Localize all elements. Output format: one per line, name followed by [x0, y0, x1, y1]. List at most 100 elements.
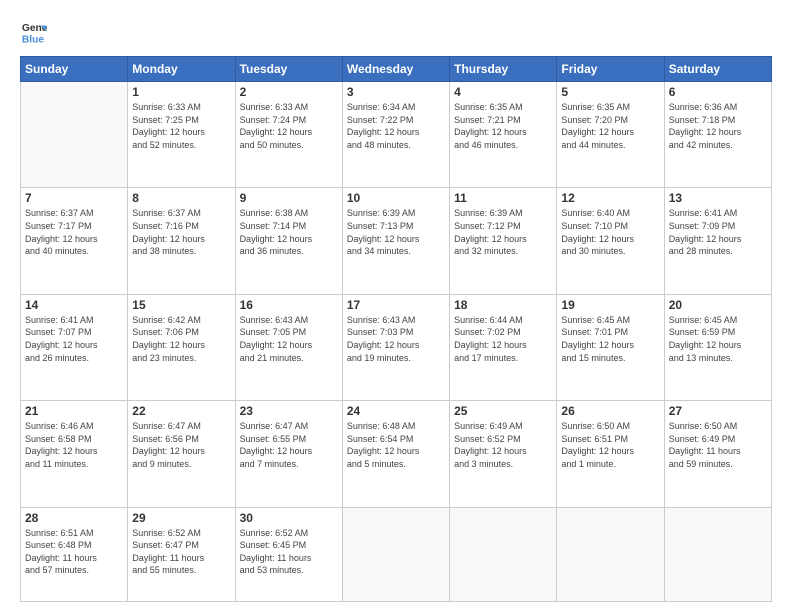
calendar-cell: 23 Sunrise: 6:47 AM Sunset: 6:55 PM Dayli…	[235, 401, 342, 507]
week-row-1: 1 Sunrise: 6:33 AM Sunset: 7:25 PM Daylig…	[21, 82, 772, 188]
calendar-cell: 15 Sunrise: 6:42 AM Sunset: 7:06 PM Dayli…	[128, 294, 235, 400]
day-number: 22	[132, 404, 230, 418]
day-number: 26	[561, 404, 659, 418]
logo-icon: General Blue	[20, 18, 48, 46]
day-info: Sunrise: 6:43 AM Sunset: 7:03 PM Dayligh…	[347, 314, 445, 364]
day-info: Sunrise: 6:38 AM Sunset: 7:14 PM Dayligh…	[240, 207, 338, 257]
calendar-cell: 21 Sunrise: 6:46 AM Sunset: 6:58 PM Dayli…	[21, 401, 128, 507]
header: General Blue	[20, 18, 772, 46]
week-row-5: 28Sunrise: 6:51 AM Sunset: 6:48 PM Dayli…	[21, 507, 772, 601]
day-info: Sunrise: 6:52 AM Sunset: 6:47 PM Dayligh…	[132, 527, 230, 577]
calendar-cell: 25 Sunrise: 6:49 AM Sunset: 6:52 PM Dayli…	[450, 401, 557, 507]
day-info: Sunrise: 6:44 AM Sunset: 7:02 PM Dayligh…	[454, 314, 552, 364]
calendar-cell: 26 Sunrise: 6:50 AM Sunset: 6:51 PM Dayli…	[557, 401, 664, 507]
calendar-cell: 4 Sunrise: 6:35 AM Sunset: 7:21 PM Daylig…	[450, 82, 557, 188]
day-info: Sunrise: 6:47 AM Sunset: 6:55 PM Dayligh…	[240, 420, 338, 470]
calendar-cell	[664, 507, 771, 601]
day-number: 12	[561, 191, 659, 205]
calendar-cell: 17 Sunrise: 6:43 AM Sunset: 7:03 PM Dayli…	[342, 294, 449, 400]
weekday-saturday: Saturday	[664, 57, 771, 82]
day-info: Sunrise: 6:46 AM Sunset: 6:58 PM Dayligh…	[25, 420, 123, 470]
day-info: Sunrise: 6:50 AM Sunset: 6:49 PM Dayligh…	[669, 420, 767, 470]
day-info: Sunrise: 6:41 AM Sunset: 7:09 PM Dayligh…	[669, 207, 767, 257]
calendar-cell: 11 Sunrise: 6:39 AM Sunset: 7:12 PM Dayli…	[450, 188, 557, 294]
calendar-cell: 28Sunrise: 6:51 AM Sunset: 6:48 PM Dayli…	[21, 507, 128, 601]
day-number: 11	[454, 191, 552, 205]
svg-text:Blue: Blue	[22, 34, 45, 45]
day-info: Sunrise: 6:33 AM Sunset: 7:24 PM Dayligh…	[240, 101, 338, 151]
calendar-cell: 9 Sunrise: 6:38 AM Sunset: 7:14 PM Daylig…	[235, 188, 342, 294]
day-info: Sunrise: 6:42 AM Sunset: 7:06 PM Dayligh…	[132, 314, 230, 364]
day-number: 10	[347, 191, 445, 205]
calendar-cell	[342, 507, 449, 601]
calendar-cell: 19Sunrise: 6:45 AM Sunset: 7:01 PM Dayli…	[557, 294, 664, 400]
weekday-header-row: SundayMondayTuesdayWednesdayThursdayFrid…	[21, 57, 772, 82]
day-number: 20	[669, 298, 767, 312]
day-number: 8	[132, 191, 230, 205]
calendar-cell	[557, 507, 664, 601]
week-row-3: 14 Sunrise: 6:41 AM Sunset: 7:07 PM Dayli…	[21, 294, 772, 400]
day-number: 1	[132, 85, 230, 99]
day-number: 7	[25, 191, 123, 205]
weekday-monday: Monday	[128, 57, 235, 82]
day-number: 27	[669, 404, 767, 418]
calendar-cell: 7 Sunrise: 6:37 AM Sunset: 7:17 PM Daylig…	[21, 188, 128, 294]
calendar-cell: 3Sunrise: 6:34 AM Sunset: 7:22 PM Daylig…	[342, 82, 449, 188]
day-info: Sunrise: 6:33 AM Sunset: 7:25 PM Dayligh…	[132, 101, 230, 151]
day-number: 16	[240, 298, 338, 312]
calendar-cell: 16 Sunrise: 6:43 AM Sunset: 7:05 PM Dayli…	[235, 294, 342, 400]
week-row-4: 21 Sunrise: 6:46 AM Sunset: 6:58 PM Dayli…	[21, 401, 772, 507]
weekday-sunday: Sunday	[21, 57, 128, 82]
calendar-cell: 22 Sunrise: 6:47 AM Sunset: 6:56 PM Dayli…	[128, 401, 235, 507]
calendar-cell	[21, 82, 128, 188]
calendar-cell: 24Sunrise: 6:48 AM Sunset: 6:54 PM Dayli…	[342, 401, 449, 507]
calendar-cell: 18 Sunrise: 6:44 AM Sunset: 7:02 PM Dayli…	[450, 294, 557, 400]
day-number: 25	[454, 404, 552, 418]
calendar-cell: 27 Sunrise: 6:50 AM Sunset: 6:49 PM Dayli…	[664, 401, 771, 507]
calendar-cell: 14 Sunrise: 6:41 AM Sunset: 7:07 PM Dayli…	[21, 294, 128, 400]
day-number: 14	[25, 298, 123, 312]
day-number: 9	[240, 191, 338, 205]
calendar-cell: 8 Sunrise: 6:37 AM Sunset: 7:16 PM Daylig…	[128, 188, 235, 294]
day-number: 29	[132, 511, 230, 525]
day-info: Sunrise: 6:47 AM Sunset: 6:56 PM Dayligh…	[132, 420, 230, 470]
day-number: 23	[240, 404, 338, 418]
day-number: 5	[561, 85, 659, 99]
logo: General Blue	[20, 18, 48, 46]
day-info: Sunrise: 6:36 AM Sunset: 7:18 PM Dayligh…	[669, 101, 767, 151]
calendar-cell: 5 Sunrise: 6:35 AM Sunset: 7:20 PM Daylig…	[557, 82, 664, 188]
day-number: 21	[25, 404, 123, 418]
weekday-tuesday: Tuesday	[235, 57, 342, 82]
day-info: Sunrise: 6:35 AM Sunset: 7:21 PM Dayligh…	[454, 101, 552, 151]
day-info: Sunrise: 6:35 AM Sunset: 7:20 PM Dayligh…	[561, 101, 659, 151]
calendar-cell: 6 Sunrise: 6:36 AM Sunset: 7:18 PM Daylig…	[664, 82, 771, 188]
day-info: Sunrise: 6:50 AM Sunset: 6:51 PM Dayligh…	[561, 420, 659, 470]
calendar-cell: 29 Sunrise: 6:52 AM Sunset: 6:47 PM Dayli…	[128, 507, 235, 601]
day-info: Sunrise: 6:39 AM Sunset: 7:12 PM Dayligh…	[454, 207, 552, 257]
day-number: 4	[454, 85, 552, 99]
day-info: Sunrise: 6:49 AM Sunset: 6:52 PM Dayligh…	[454, 420, 552, 470]
calendar-cell: 20Sunrise: 6:45 AM Sunset: 6:59 PM Dayli…	[664, 294, 771, 400]
weekday-wednesday: Wednesday	[342, 57, 449, 82]
weekday-thursday: Thursday	[450, 57, 557, 82]
day-info: Sunrise: 6:37 AM Sunset: 7:17 PM Dayligh…	[25, 207, 123, 257]
page: General Blue SundayMondayTuesdayWednesda…	[0, 0, 792, 612]
day-info: Sunrise: 6:45 AM Sunset: 7:01 PM Dayligh…	[561, 314, 659, 364]
calendar-table: SundayMondayTuesdayWednesdayThursdayFrid…	[20, 56, 772, 602]
calendar-cell: 2 Sunrise: 6:33 AM Sunset: 7:24 PM Daylig…	[235, 82, 342, 188]
day-number: 17	[347, 298, 445, 312]
day-info: Sunrise: 6:41 AM Sunset: 7:07 PM Dayligh…	[25, 314, 123, 364]
calendar-cell: 13 Sunrise: 6:41 AM Sunset: 7:09 PM Dayli…	[664, 188, 771, 294]
day-info: Sunrise: 6:52 AM Sunset: 6:45 PM Dayligh…	[240, 527, 338, 577]
calendar-cell	[450, 507, 557, 601]
day-number: 30	[240, 511, 338, 525]
day-info: Sunrise: 6:43 AM Sunset: 7:05 PM Dayligh…	[240, 314, 338, 364]
day-number: 18	[454, 298, 552, 312]
day-info: Sunrise: 6:37 AM Sunset: 7:16 PM Dayligh…	[132, 207, 230, 257]
day-info: Sunrise: 6:39 AM Sunset: 7:13 PM Dayligh…	[347, 207, 445, 257]
day-info: Sunrise: 6:40 AM Sunset: 7:10 PM Dayligh…	[561, 207, 659, 257]
day-number: 6	[669, 85, 767, 99]
day-number: 15	[132, 298, 230, 312]
day-number: 2	[240, 85, 338, 99]
day-number: 13	[669, 191, 767, 205]
